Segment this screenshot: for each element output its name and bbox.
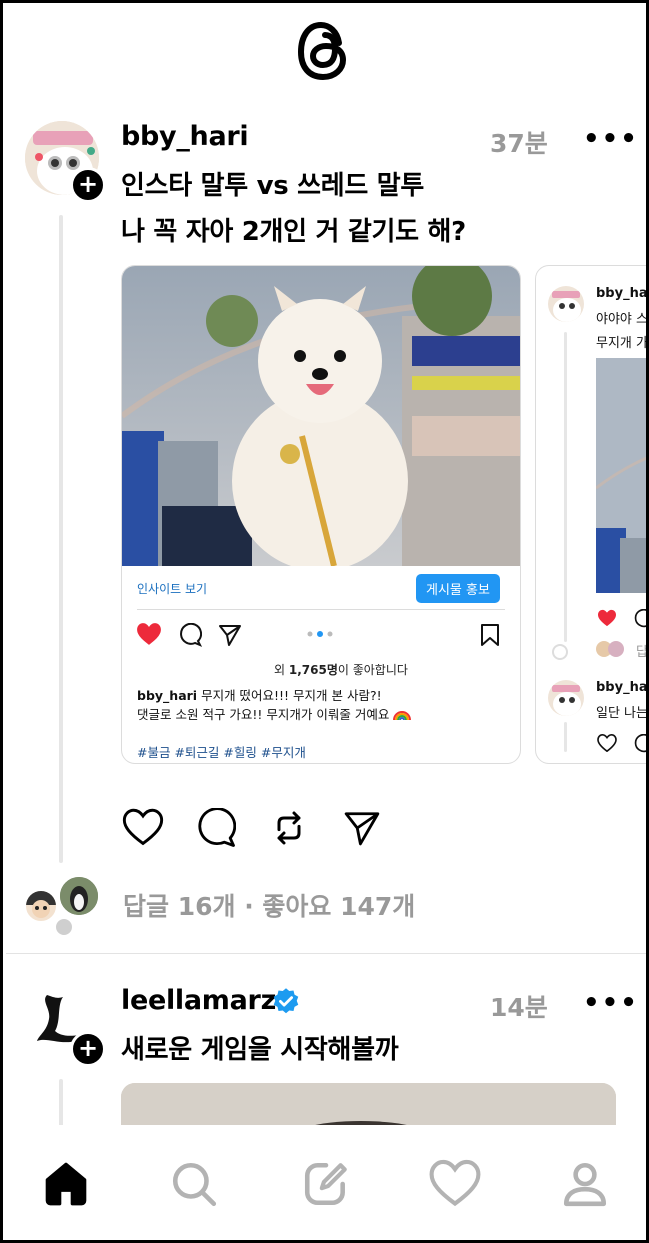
search-icon[interactable] [169, 1159, 219, 1209]
share-icon[interactable] [218, 623, 242, 647]
follow-plus-icon[interactable]: + [70, 167, 106, 203]
card2-reply-avatars [596, 641, 626, 657]
replier-avatar-3[interactable] [54, 917, 74, 937]
profile-icon[interactable] [560, 1159, 610, 1209]
card2-text-2: 무지개 가 [596, 336, 648, 351]
card2-comment-icon[interactable] [633, 609, 649, 629]
bottom-nav [6, 1125, 646, 1240]
post2-more-options-icon[interactable]: ••• [583, 988, 639, 1018]
app-frame: + bby_hari 37분 ••• 인스타 말투 vs 쓰레드 말투 나 꼭 … [0, 0, 649, 1243]
comment-icon[interactable] [178, 623, 202, 647]
replier-avatar-1[interactable] [24, 889, 58, 923]
rainbow-emoji-icon [393, 711, 412, 721]
post-photo[interactable] [122, 266, 520, 566]
promote-post-button[interactable]: 게시물 홍보 [416, 574, 500, 603]
likes-suffix: 이 좋아합니다 [337, 663, 408, 677]
caption-text-2: 댓글로 소원 적구 가요!! 무지개가 이뤄줄 거예요 [137, 707, 390, 722]
reply-icon[interactable] [196, 808, 236, 848]
post-username[interactable]: bby_hari [121, 121, 249, 152]
post2-text: 새로운 게임을 시작해볼까 [121, 1035, 399, 1065]
card2-reply-heart-icon[interactable] [597, 734, 617, 752]
send-icon[interactable] [342, 809, 382, 847]
heart-filled-icon[interactable] [136, 622, 162, 646]
post-text-line-1: 인스타 말투 vs 쓰레드 말투 [121, 171, 425, 201]
verified-badge-icon [273, 988, 299, 1014]
post-stats[interactable]: 답글 16개 · 좋아요 147개 [123, 887, 415, 923]
caption-line-1: bby_hari 무지개 떴어요!!! 무지개 본 사람?! [137, 686, 512, 705]
card2-reply-avatar[interactable] [548, 680, 584, 716]
home-icon[interactable] [41, 1159, 91, 1209]
card2-reply-text: 일단 나는 [596, 706, 648, 721]
caption-username[interactable]: bby_hari [137, 688, 197, 703]
likes-summary: 외 1,765명이 좋아합니다 [274, 661, 408, 678]
bookmark-icon[interactable] [480, 623, 500, 647]
card2-photo[interactable] [596, 358, 649, 593]
post-text-line-2: 나 꼭 자아 2개인 거 같기도 해? [121, 217, 466, 247]
card-divider [137, 609, 505, 610]
like-icon[interactable] [122, 808, 164, 846]
compose-icon[interactable] [301, 1159, 351, 1209]
caption: bby_hari 무지개 떴어요!!! 무지개 본 사람?! 댓글로 소원 적구… [137, 686, 512, 724]
thread-line-2 [59, 1079, 63, 1129]
view-insights-link[interactable]: 인사이트 보기 [137, 580, 207, 597]
repost-icon[interactable] [269, 808, 309, 848]
card2-thread-line [564, 332, 567, 642]
card2-reply-loop-icon [552, 644, 568, 660]
threads-logo-icon[interactable] [295, 19, 353, 83]
more-options-icon[interactable]: ••• [583, 124, 639, 154]
image-card-2[interactable]: bby_ha 야야야 스 무지개 가 답 bby_ha 일단 나는 [535, 265, 649, 764]
activity-heart-icon[interactable] [429, 1159, 481, 1207]
caption-line-2: 댓글로 소원 적구 가요!! 무지개가 이뤄줄 거예요 [137, 705, 512, 724]
card2-reply-username[interactable]: bby_ha [596, 680, 646, 695]
likes-prefix: 외 [274, 663, 289, 677]
card2-reply-comment-icon[interactable] [633, 734, 649, 754]
replier-avatar-2[interactable] [58, 875, 100, 917]
likes-count[interactable]: 1,765명 [289, 663, 338, 677]
card2-reply-thread-line [564, 722, 567, 752]
follow-plus-icon-2[interactable]: + [70, 1031, 106, 1067]
card2-username[interactable]: bby_ha [596, 286, 646, 301]
card2-heart-filled-icon[interactable] [597, 609, 617, 627]
hashtags[interactable]: #불금 #퇴근길 #힐링 #무지개 [137, 742, 306, 761]
caption-text-1: 무지개 떴어요!!! 무지개 본 사람?! [201, 688, 382, 703]
thread-line [59, 215, 63, 863]
carousel-dots [307, 631, 333, 637]
post-divider [6, 953, 646, 954]
card2-text-1: 야야야 스 [596, 312, 648, 327]
card2-reply-label[interactable]: 답 [636, 641, 646, 660]
image-card-1[interactable]: 인사이트 보기 게시물 홍보 외 1,765명이 좋아합니다 bby_hari … [121, 265, 521, 764]
post-time: 37분 [490, 129, 548, 158]
card2-avatar[interactable] [548, 286, 584, 322]
post2-time: 14분 [490, 993, 548, 1022]
post2-username[interactable]: leellamarz [121, 985, 276, 1016]
